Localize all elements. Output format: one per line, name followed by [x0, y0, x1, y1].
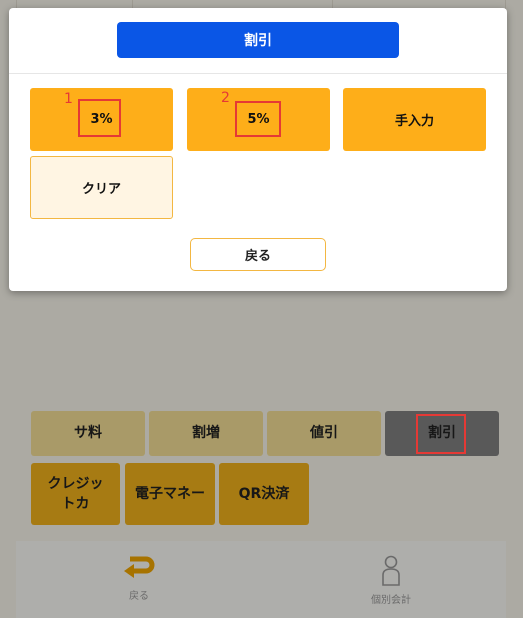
modal-header: 割引: [9, 8, 507, 74]
annotation-label-2: 2: [221, 90, 230, 106]
modal-back-button[interactable]: 戻る: [190, 238, 326, 271]
annotation-box-2: [235, 101, 281, 137]
clear-button[interactable]: クリア: [30, 156, 173, 219]
annotation-box-1: [78, 99, 121, 137]
modal-title: 割引: [117, 22, 399, 58]
discount-modal: 割引 3% 5% 手入力 クリア 戻る 1 2: [9, 8, 507, 291]
annotation-label-1: 1: [64, 91, 73, 107]
manual-input-button[interactable]: 手入力: [343, 88, 486, 151]
annotation-box-discount: [416, 414, 466, 454]
